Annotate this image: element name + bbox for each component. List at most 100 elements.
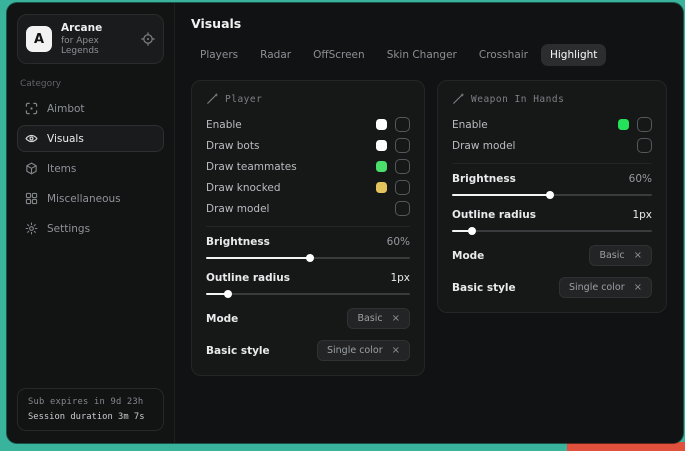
target-icon[interactable] bbox=[141, 32, 155, 46]
tab-offscreen[interactable]: OffScreen bbox=[304, 44, 374, 66]
basic-style-select[interactable]: Single color × bbox=[317, 340, 410, 361]
slider-value: 60% bbox=[387, 236, 410, 248]
checkbox[interactable] bbox=[395, 117, 410, 132]
select-value: Basic bbox=[357, 313, 382, 324]
checkbox[interactable] bbox=[395, 138, 410, 153]
toggle-row-draw-knocked: Draw knocked bbox=[206, 177, 410, 198]
slider-label: Brightness bbox=[206, 236, 270, 248]
tab-crosshair[interactable]: Crosshair bbox=[470, 44, 537, 66]
page-title: Visuals bbox=[191, 16, 667, 31]
select-value: Single color bbox=[327, 345, 383, 356]
player-settings-card: Player Enable Draw bots bbox=[191, 80, 425, 376]
basic-style-select[interactable]: Single color × bbox=[559, 277, 652, 298]
background-accent-strip bbox=[567, 442, 685, 451]
visuals-icon bbox=[25, 132, 38, 145]
select-row-mode: Mode Basic × bbox=[206, 308, 410, 329]
slider-label: Outline radius bbox=[452, 209, 536, 221]
sidebar-item-label: Items bbox=[47, 163, 76, 175]
slider-group-brightness: Brightness 60% bbox=[206, 236, 410, 259]
toggle-row-enable: Enable bbox=[452, 114, 652, 135]
tab-radar[interactable]: Radar bbox=[251, 44, 300, 66]
toggle-label: Draw teammates bbox=[206, 161, 297, 173]
sidebar-item-aimbot[interactable]: Aimbot bbox=[17, 95, 164, 122]
toggle-label: Draw knocked bbox=[206, 182, 281, 194]
app-header-card: A Arcane for Apex Legends bbox=[17, 14, 164, 64]
sidebar-item-visuals[interactable]: Visuals bbox=[17, 125, 164, 152]
card-title: Player bbox=[225, 94, 262, 105]
sidebar-item-label: Miscellaneous bbox=[47, 193, 121, 205]
toggle-row-draw-model: Draw model bbox=[206, 198, 410, 219]
outline-radius-slider[interactable] bbox=[452, 230, 652, 232]
items-icon bbox=[25, 162, 38, 175]
app-logo: A bbox=[26, 26, 52, 52]
wand-icon bbox=[452, 93, 464, 105]
color-swatch[interactable] bbox=[618, 119, 629, 130]
checkbox[interactable] bbox=[637, 138, 652, 153]
color-swatch[interactable] bbox=[376, 140, 387, 151]
card-title: Weapon In Hands bbox=[471, 94, 564, 105]
toggle-row-enable: Enable bbox=[206, 114, 410, 135]
divider bbox=[206, 226, 410, 227]
toggle-label: Enable bbox=[452, 119, 488, 131]
app-subtitle: for Apex Legends bbox=[61, 36, 132, 56]
sidebar: A Arcane for Apex Legends Category bbox=[7, 3, 175, 443]
subscription-info-box: Sub expires in 9d 23h Session duration 3… bbox=[17, 388, 164, 431]
settings-gear-icon bbox=[25, 222, 38, 235]
color-swatch[interactable] bbox=[376, 119, 387, 130]
close-icon[interactable]: × bbox=[634, 251, 642, 261]
select-value: Basic bbox=[599, 250, 624, 261]
divider bbox=[452, 163, 652, 164]
toggle-label: Draw model bbox=[452, 140, 515, 152]
close-icon[interactable]: × bbox=[392, 346, 400, 356]
checkbox[interactable] bbox=[395, 180, 410, 195]
outline-radius-slider[interactable] bbox=[206, 293, 410, 295]
checkbox[interactable] bbox=[395, 201, 410, 216]
sidebar-item-miscellaneous[interactable]: Miscellaneous bbox=[17, 185, 164, 212]
tab-players[interactable]: Players bbox=[191, 44, 247, 66]
tab-highlight[interactable]: Highlight bbox=[541, 44, 606, 66]
slider-thumb[interactable] bbox=[546, 191, 554, 199]
toggle-label: Enable bbox=[206, 119, 242, 131]
sidebar-nav: Aimbot Visuals Items bbox=[17, 95, 164, 242]
main-panel: Visuals Players Radar OffScreen Skin Cha… bbox=[175, 3, 683, 443]
brightness-slider[interactable] bbox=[452, 194, 652, 196]
slider-thumb[interactable] bbox=[306, 254, 314, 262]
select-label: Basic style bbox=[452, 282, 516, 294]
close-icon[interactable]: × bbox=[392, 314, 400, 324]
color-swatch[interactable] bbox=[376, 161, 387, 172]
slider-label: Outline radius bbox=[206, 272, 290, 284]
miscellaneous-icon bbox=[25, 192, 38, 205]
select-row-basic-style: Basic style Single color × bbox=[452, 277, 652, 298]
checkbox[interactable] bbox=[395, 159, 410, 174]
sub-expires-text: Sub expires in 9d 23h bbox=[28, 397, 153, 407]
slider-thumb[interactable] bbox=[468, 227, 476, 235]
toggle-label: Draw model bbox=[206, 203, 269, 215]
select-row-mode: Mode Basic × bbox=[452, 245, 652, 266]
toggle-row-draw-teammates: Draw teammates bbox=[206, 156, 410, 177]
slider-thumb[interactable] bbox=[224, 290, 232, 298]
sidebar-item-label: Visuals bbox=[47, 133, 84, 145]
sidebar-item-settings[interactable]: Settings bbox=[17, 215, 164, 242]
tab-skin-changer[interactable]: Skin Changer bbox=[378, 44, 466, 66]
sidebar-item-label: Settings bbox=[47, 223, 90, 235]
sidebar-item-items[interactable]: Items bbox=[17, 155, 164, 182]
select-label: Mode bbox=[206, 313, 238, 325]
toggle-row-draw-bots: Draw bots bbox=[206, 135, 410, 156]
brightness-slider[interactable] bbox=[206, 257, 410, 259]
session-duration-text: Session duration 3m 7s bbox=[28, 412, 153, 422]
slider-group-brightness: Brightness 60% bbox=[452, 173, 652, 196]
color-swatch[interactable] bbox=[376, 182, 387, 193]
slider-value: 1px bbox=[632, 209, 652, 221]
wand-icon bbox=[206, 93, 218, 105]
checkbox[interactable] bbox=[637, 117, 652, 132]
weapon-in-hands-card: Weapon In Hands Enable Draw model bbox=[437, 80, 667, 313]
app-window: A Arcane for Apex Legends Category bbox=[7, 3, 683, 443]
select-row-basic-style: Basic style Single color × bbox=[206, 340, 410, 361]
sidebar-item-label: Aimbot bbox=[47, 103, 85, 115]
mode-select[interactable]: Basic × bbox=[589, 245, 652, 266]
mode-select[interactable]: Basic × bbox=[347, 308, 410, 329]
select-label: Mode bbox=[452, 250, 484, 262]
slider-value: 1px bbox=[390, 272, 410, 284]
slider-group-outline-radius: Outline radius 1px bbox=[206, 272, 410, 295]
close-icon[interactable]: × bbox=[634, 283, 642, 293]
